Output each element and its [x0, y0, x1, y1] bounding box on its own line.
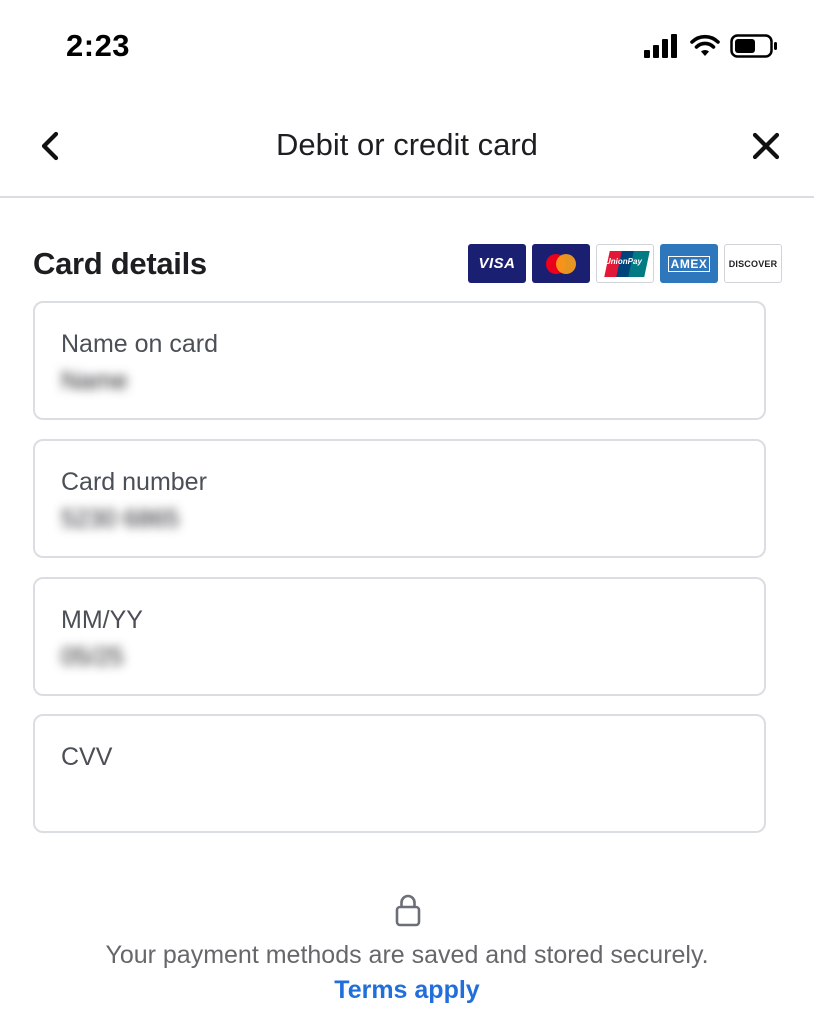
wifi-icon	[690, 34, 720, 63]
card-brand-logos: VISA UnionPay AMEX DISCOVER	[468, 244, 782, 283]
card-number-field[interactable]: Card number 5230 6865	[33, 439, 766, 558]
mastercard-logo	[532, 244, 590, 283]
field-label: Card number	[61, 468, 207, 496]
amex-text: AMEX	[667, 255, 711, 272]
lock-icon	[395, 894, 421, 927]
status-bar: 2:23	[0, 0, 814, 90]
header: Debit or credit card	[0, 100, 814, 198]
cvv-field[interactable]: CVV	[33, 714, 766, 833]
field-value-blurred: 05/25	[61, 643, 124, 671]
discover-logo: DISCOVER	[724, 244, 782, 283]
field-value-blurred: Name	[61, 367, 128, 395]
name-on-card-field[interactable]: Name on card Name	[33, 301, 766, 420]
payment-screen: 2:23 Debit or credit card Card details V…	[0, 0, 814, 1024]
visa-logo: VISA	[468, 244, 526, 283]
close-icon	[752, 132, 780, 160]
field-label: Name on card	[61, 330, 219, 358]
terms-apply-link[interactable]: Terms apply	[0, 976, 814, 1005]
signal-icon	[644, 34, 680, 63]
unionpay-logo: UnionPay	[596, 244, 654, 283]
discover-text: DISCOVER	[728, 258, 778, 269]
field-value-blurred: 5230 6865	[61, 505, 180, 533]
visa-text: VISA	[478, 255, 516, 272]
page-title: Debit or credit card	[276, 127, 538, 162]
battery-icon	[730, 34, 778, 63]
status-icons	[644, 34, 778, 63]
field-label: MM/YY	[61, 606, 143, 634]
amex-logo: AMEX	[660, 244, 718, 283]
status-time: 2:23	[66, 28, 131, 63]
unionpay-text: UnionPay	[605, 257, 642, 266]
expiry-date-field[interactable]: MM/YY 05/25	[33, 577, 766, 696]
card-details-heading: Card details	[33, 246, 207, 281]
close-button[interactable]	[746, 126, 786, 166]
field-label: CVV	[61, 743, 113, 771]
secure-storage-note: Your payment methods are saved and store…	[105, 941, 709, 969]
